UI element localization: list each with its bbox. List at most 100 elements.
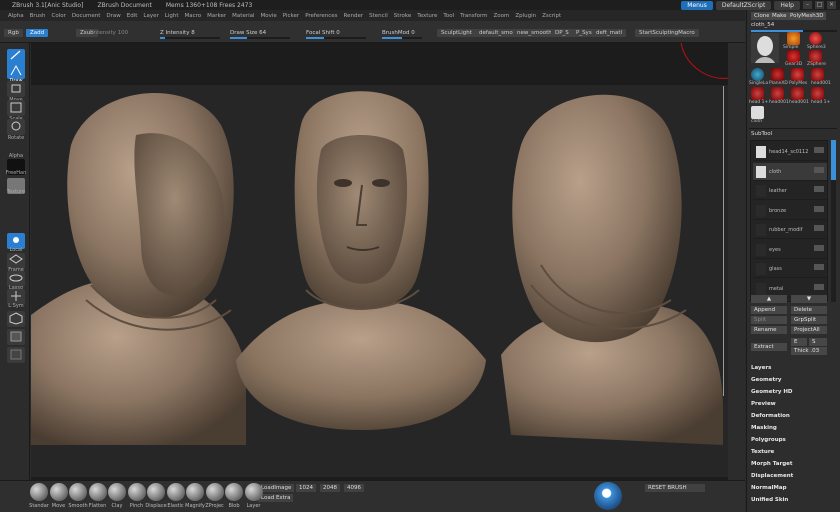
submenu-unified-skin[interactable]: Unified Skin [751, 497, 788, 503]
visibility-eye-icon[interactable] [814, 147, 824, 153]
split-button[interactable]: Split [751, 316, 787, 324]
head-thumb-2[interactable] [771, 87, 784, 100]
res-1024-button[interactable]: 1024 [296, 484, 316, 492]
reset-brush-button[interactable]: RESET BRUSH [645, 484, 705, 492]
polymesh-thumb[interactable] [791, 68, 804, 81]
submenu-texture[interactable]: Texture [751, 449, 774, 455]
s-smt-toggle[interactable]: S Smt [809, 338, 827, 353]
submenu-layers[interactable]: Layers [751, 365, 771, 371]
brush-flatten-icon[interactable] [88, 483, 107, 501]
minimize-icon[interactable]: – [803, 1, 812, 9]
visibility-eye-icon[interactable] [814, 166, 824, 173]
move-up-arrow-icon[interactable]: ▲ [751, 295, 787, 303]
menu-edit[interactable]: Edit [127, 13, 138, 19]
plane3d-thumb[interactable] [771, 68, 784, 81]
menu-texture[interactable]: Texture [417, 13, 437, 19]
brushmod-slider[interactable] [382, 37, 422, 39]
brush-elastic-icon[interactable] [166, 483, 185, 501]
head001-thumb[interactable] [811, 68, 824, 81]
polyframe-button[interactable] [7, 329, 25, 345]
menu-movie[interactable]: Movie [261, 13, 277, 19]
simple-brush-thumb[interactable] [787, 32, 800, 45]
singlelayer-thumb[interactable] [751, 68, 764, 81]
scale-mode-button[interactable] [7, 100, 25, 116]
color-picker-ball[interactable] [594, 482, 622, 510]
close-icon[interactable]: × [827, 1, 836, 9]
menu-zplugin[interactable]: Zplugin [515, 13, 536, 19]
submenu-morph-target[interactable]: Morph Target [751, 461, 793, 467]
brush-pinch-icon[interactable] [127, 483, 146, 501]
extract-button[interactable]: Extract [751, 343, 787, 351]
visibility-eye-icon[interactable] [814, 283, 824, 290]
menu-tool[interactable]: Tool [443, 13, 454, 19]
brush-standar-icon[interactable] [30, 483, 48, 501]
subtool-item[interactable]: eyes [753, 241, 827, 259]
menu-material[interactable]: Material [232, 13, 254, 19]
sculptlight-button[interactable]: SculptLight [437, 29, 476, 37]
menu-color[interactable]: Color [52, 13, 66, 19]
active-tool-thumbnail[interactable] [751, 33, 779, 63]
load-image-button[interactable]: LoadImage [258, 484, 295, 492]
help-button[interactable]: Help [774, 0, 800, 10]
preset-button-5[interactable]: deft_matl [592, 29, 627, 37]
subtool-item[interactable]: bronze [753, 202, 827, 220]
preset-button-3[interactable]: DP_S [551, 29, 573, 37]
rename-button[interactable]: Rename [751, 326, 787, 334]
draw-size-label[interactable]: Draw Size 64 [230, 29, 266, 37]
subtool-item[interactable]: cloth [753, 162, 827, 181]
res-2048-button[interactable]: 2048 [320, 484, 340, 492]
head-thumb-1[interactable] [751, 87, 764, 100]
zadd-toggle[interactable]: Zadd [26, 29, 49, 37]
brushmod-label[interactable]: BrushMod 0 [382, 29, 415, 37]
brush-blob-icon[interactable] [225, 483, 243, 501]
submenu-masking[interactable]: Masking [751, 425, 777, 431]
menu-stencil[interactable]: Stencil [369, 13, 388, 19]
thick-slider[interactable]: Thick .03 [791, 347, 827, 355]
sphere3d-thumb[interactable] [809, 32, 822, 45]
head-thumb-3[interactable] [791, 87, 804, 100]
menu-marker[interactable]: Marker [207, 13, 226, 19]
menu-alpha[interactable]: Alpha [8, 13, 24, 19]
submenu-geometry[interactable]: Geometry [751, 377, 781, 383]
maximize-icon[interactable]: □ [815, 1, 824, 9]
brush-move-icon[interactable] [49, 483, 68, 501]
submenu-geometry-hd[interactable]: Geometry HD [751, 389, 793, 395]
menu-brush[interactable]: Brush [30, 13, 46, 19]
menu-draw[interactable]: Draw [106, 13, 120, 19]
menu-layer[interactable]: Layer [143, 13, 158, 19]
subtool-title[interactable]: SubTool [751, 131, 772, 137]
document-canvas[interactable] [31, 85, 728, 477]
projectall-button[interactable]: ProjectAll [791, 326, 827, 334]
menu-document[interactable]: Document [72, 13, 101, 19]
res-4096-button[interactable]: 4096 [344, 484, 364, 492]
visibility-eye-icon[interactable] [814, 225, 824, 231]
default-zscript-button[interactable]: DefaultZScript [715, 0, 772, 10]
subtool-scrollbar[interactable] [831, 140, 836, 302]
draw-mode-button[interactable] [7, 63, 25, 79]
menu-picker[interactable]: Picker [283, 13, 299, 19]
submenu-normalmap[interactable]: NormalMap [751, 485, 787, 491]
z-intensity-slider[interactable] [160, 37, 220, 39]
menu-preferences[interactable]: Preferences [305, 13, 337, 19]
menu-light[interactable]: Light [165, 13, 179, 19]
subtool-item[interactable]: glass [753, 260, 827, 278]
preset-button-2[interactable]: new_smooth [513, 29, 556, 37]
cube-button[interactable] [7, 311, 25, 327]
transp-button[interactable] [7, 347, 25, 363]
subtool-item[interactable]: rubber_modif [753, 221, 827, 239]
subtool-item[interactable]: head14_sc0112 [753, 143, 827, 161]
load-extra-button[interactable]: Load Extra [258, 494, 294, 502]
brush-magnify-icon[interactable] [186, 483, 204, 501]
start-macro-button[interactable]: StartSculptingMacro [635, 29, 699, 37]
preset-button-1[interactable]: default_smo [475, 29, 517, 37]
submenu-polygroups[interactable]: Polygroups [751, 437, 786, 443]
submenu-displacement[interactable]: Displacement [751, 473, 793, 479]
menu-zscript[interactable]: Zscript [542, 13, 561, 19]
menus-button[interactable]: Menus [681, 0, 713, 10]
focal-shift-slider[interactable] [306, 37, 366, 39]
rgb-toggle[interactable]: Rgb [4, 29, 23, 37]
grpsplit-button[interactable]: GrpSplit [791, 316, 827, 324]
move-down-arrow-icon[interactable]: ▼ [791, 295, 827, 303]
visibility-eye-icon[interactable] [814, 205, 824, 212]
brush-layer-icon[interactable] [244, 483, 263, 501]
